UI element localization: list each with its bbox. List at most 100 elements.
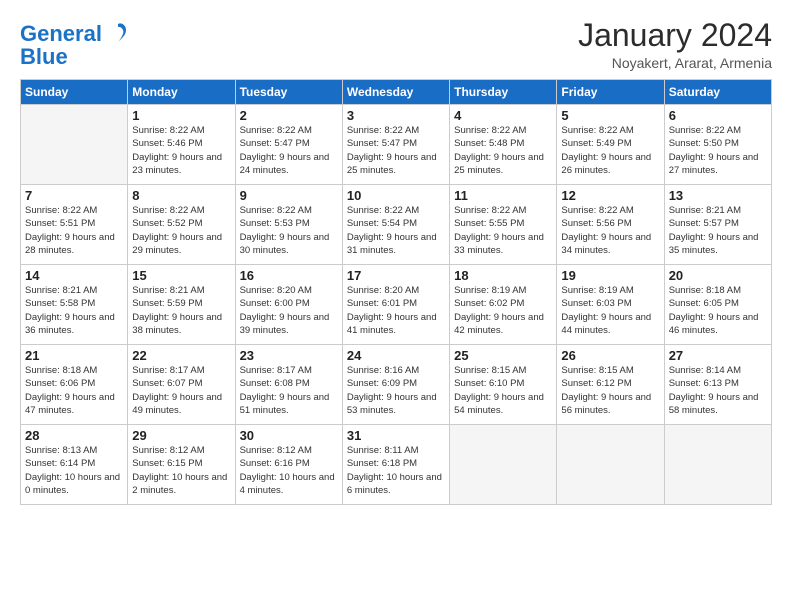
day-number: 17	[347, 268, 445, 283]
weekday-header-row: Sunday Monday Tuesday Wednesday Thursday…	[21, 80, 772, 105]
day-info: Sunrise: 8:22 AMSunset: 5:47 PMDaylight:…	[240, 124, 338, 177]
day-info: Sunrise: 8:21 AMSunset: 5:57 PMDaylight:…	[669, 204, 767, 257]
day-cell: 10 Sunrise: 8:22 AMSunset: 5:54 PMDaylig…	[342, 185, 449, 265]
day-info: Sunrise: 8:17 AMSunset: 6:07 PMDaylight:…	[132, 364, 230, 417]
day-cell: 3 Sunrise: 8:22 AMSunset: 5:47 PMDayligh…	[342, 105, 449, 185]
header-thursday: Thursday	[450, 80, 557, 105]
day-number: 2	[240, 108, 338, 123]
day-info: Sunrise: 8:22 AMSunset: 5:56 PMDaylight:…	[561, 204, 659, 257]
header: General Blue January 2024 Noyakert, Arar…	[20, 18, 772, 71]
day-cell: 12 Sunrise: 8:22 AMSunset: 5:56 PMDaylig…	[557, 185, 664, 265]
day-info: Sunrise: 8:20 AMSunset: 6:00 PMDaylight:…	[240, 284, 338, 337]
day-cell: 30 Sunrise: 8:12 AMSunset: 6:16 PMDaylig…	[235, 425, 342, 505]
calendar-table: Sunday Monday Tuesday Wednesday Thursday…	[20, 79, 772, 505]
header-sunday: Sunday	[21, 80, 128, 105]
day-info: Sunrise: 8:12 AMSunset: 6:16 PMDaylight:…	[240, 444, 338, 497]
day-number: 16	[240, 268, 338, 283]
day-info: Sunrise: 8:18 AMSunset: 6:06 PMDaylight:…	[25, 364, 123, 417]
day-number: 22	[132, 348, 230, 363]
day-number: 26	[561, 348, 659, 363]
header-friday: Friday	[557, 80, 664, 105]
day-cell: 27 Sunrise: 8:14 AMSunset: 6:13 PMDaylig…	[664, 345, 771, 425]
day-cell: 18 Sunrise: 8:19 AMSunset: 6:02 PMDaylig…	[450, 265, 557, 345]
day-number: 19	[561, 268, 659, 283]
day-cell: 17 Sunrise: 8:20 AMSunset: 6:01 PMDaylig…	[342, 265, 449, 345]
day-number: 24	[347, 348, 445, 363]
day-number: 15	[132, 268, 230, 283]
day-cell: 15 Sunrise: 8:21 AMSunset: 5:59 PMDaylig…	[128, 265, 235, 345]
day-cell: 11 Sunrise: 8:22 AMSunset: 5:55 PMDaylig…	[450, 185, 557, 265]
header-saturday: Saturday	[664, 80, 771, 105]
day-number: 13	[669, 188, 767, 203]
day-info: Sunrise: 8:15 AMSunset: 6:12 PMDaylight:…	[561, 364, 659, 417]
day-cell: 25 Sunrise: 8:15 AMSunset: 6:10 PMDaylig…	[450, 345, 557, 425]
day-cell	[664, 425, 771, 505]
day-cell: 19 Sunrise: 8:19 AMSunset: 6:03 PMDaylig…	[557, 265, 664, 345]
day-cell: 26 Sunrise: 8:15 AMSunset: 6:12 PMDaylig…	[557, 345, 664, 425]
day-cell: 7 Sunrise: 8:22 AMSunset: 5:51 PMDayligh…	[21, 185, 128, 265]
day-number: 14	[25, 268, 123, 283]
day-number: 1	[132, 108, 230, 123]
day-cell: 20 Sunrise: 8:18 AMSunset: 6:05 PMDaylig…	[664, 265, 771, 345]
logo-text-general: General	[20, 21, 102, 46]
day-number: 25	[454, 348, 552, 363]
day-number: 30	[240, 428, 338, 443]
logo-bird-icon	[109, 22, 127, 44]
day-info: Sunrise: 8:13 AMSunset: 6:14 PMDaylight:…	[25, 444, 123, 497]
day-number: 27	[669, 348, 767, 363]
day-cell: 4 Sunrise: 8:22 AMSunset: 5:48 PMDayligh…	[450, 105, 557, 185]
day-info: Sunrise: 8:22 AMSunset: 5:54 PMDaylight:…	[347, 204, 445, 257]
day-number: 31	[347, 428, 445, 443]
day-cell: 14 Sunrise: 8:21 AMSunset: 5:58 PMDaylig…	[21, 265, 128, 345]
day-cell: 24 Sunrise: 8:16 AMSunset: 6:09 PMDaylig…	[342, 345, 449, 425]
title-block: January 2024 Noyakert, Ararat, Armenia	[578, 18, 772, 71]
day-info: Sunrise: 8:21 AMSunset: 5:58 PMDaylight:…	[25, 284, 123, 337]
day-cell: 23 Sunrise: 8:17 AMSunset: 6:08 PMDaylig…	[235, 345, 342, 425]
day-cell: 5 Sunrise: 8:22 AMSunset: 5:49 PMDayligh…	[557, 105, 664, 185]
day-info: Sunrise: 8:15 AMSunset: 6:10 PMDaylight:…	[454, 364, 552, 417]
day-number: 7	[25, 188, 123, 203]
day-cell: 21 Sunrise: 8:18 AMSunset: 6:06 PMDaylig…	[21, 345, 128, 425]
day-info: Sunrise: 8:17 AMSunset: 6:08 PMDaylight:…	[240, 364, 338, 417]
day-info: Sunrise: 8:18 AMSunset: 6:05 PMDaylight:…	[669, 284, 767, 337]
day-cell: 22 Sunrise: 8:17 AMSunset: 6:07 PMDaylig…	[128, 345, 235, 425]
day-number: 9	[240, 188, 338, 203]
day-number: 29	[132, 428, 230, 443]
day-info: Sunrise: 8:22 AMSunset: 5:51 PMDaylight:…	[25, 204, 123, 257]
day-info: Sunrise: 8:22 AMSunset: 5:55 PMDaylight:…	[454, 204, 552, 257]
day-number: 28	[25, 428, 123, 443]
header-wednesday: Wednesday	[342, 80, 449, 105]
day-number: 3	[347, 108, 445, 123]
day-number: 12	[561, 188, 659, 203]
day-info: Sunrise: 8:22 AMSunset: 5:47 PMDaylight:…	[347, 124, 445, 177]
day-cell: 29 Sunrise: 8:12 AMSunset: 6:15 PMDaylig…	[128, 425, 235, 505]
day-number: 20	[669, 268, 767, 283]
day-info: Sunrise: 8:22 AMSunset: 5:52 PMDaylight:…	[132, 204, 230, 257]
day-info: Sunrise: 8:14 AMSunset: 6:13 PMDaylight:…	[669, 364, 767, 417]
day-info: Sunrise: 8:22 AMSunset: 5:50 PMDaylight:…	[669, 124, 767, 177]
day-cell: 28 Sunrise: 8:13 AMSunset: 6:14 PMDaylig…	[21, 425, 128, 505]
day-number: 10	[347, 188, 445, 203]
day-number: 5	[561, 108, 659, 123]
location: Noyakert, Ararat, Armenia	[578, 55, 772, 71]
day-cell: 9 Sunrise: 8:22 AMSunset: 5:53 PMDayligh…	[235, 185, 342, 265]
day-number: 11	[454, 188, 552, 203]
week-row-3: 14 Sunrise: 8:21 AMSunset: 5:58 PMDaylig…	[21, 265, 772, 345]
day-cell: 6 Sunrise: 8:22 AMSunset: 5:50 PMDayligh…	[664, 105, 771, 185]
week-row-1: 1 Sunrise: 8:22 AMSunset: 5:46 PMDayligh…	[21, 105, 772, 185]
month-title: January 2024	[578, 18, 772, 53]
day-info: Sunrise: 8:20 AMSunset: 6:01 PMDaylight:…	[347, 284, 445, 337]
day-info: Sunrise: 8:22 AMSunset: 5:46 PMDaylight:…	[132, 124, 230, 177]
week-row-2: 7 Sunrise: 8:22 AMSunset: 5:51 PMDayligh…	[21, 185, 772, 265]
logo: General Blue	[20, 22, 127, 68]
week-row-5: 28 Sunrise: 8:13 AMSunset: 6:14 PMDaylig…	[21, 425, 772, 505]
day-info: Sunrise: 8:22 AMSunset: 5:49 PMDaylight:…	[561, 124, 659, 177]
day-info: Sunrise: 8:11 AMSunset: 6:18 PMDaylight:…	[347, 444, 445, 497]
header-monday: Monday	[128, 80, 235, 105]
day-cell: 1 Sunrise: 8:22 AMSunset: 5:46 PMDayligh…	[128, 105, 235, 185]
day-info: Sunrise: 8:21 AMSunset: 5:59 PMDaylight:…	[132, 284, 230, 337]
day-number: 8	[132, 188, 230, 203]
day-cell: 8 Sunrise: 8:22 AMSunset: 5:52 PMDayligh…	[128, 185, 235, 265]
day-cell: 31 Sunrise: 8:11 AMSunset: 6:18 PMDaylig…	[342, 425, 449, 505]
week-row-4: 21 Sunrise: 8:18 AMSunset: 6:06 PMDaylig…	[21, 345, 772, 425]
